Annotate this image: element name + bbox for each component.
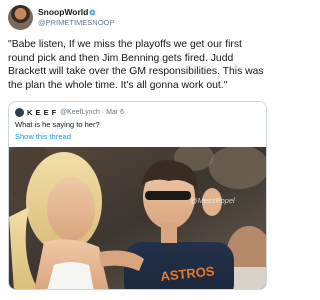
quoted-date: Mar 6 <box>106 108 125 116</box>
quoted-author-meta: @KeefLynch · Mar 6 <box>60 108 125 116</box>
quoted-tweet[interactable]: K E E F @KeefLynch · Mar 6 What is he sa… <box>8 101 267 290</box>
photo-watermark: @MessPopel <box>190 196 235 205</box>
stadium-photo: ASTROS <box>9 147 266 289</box>
tweet-header: SnoopWorld✪ @PRIMETIMESNOOP <box>8 5 268 33</box>
show-thread-link[interactable]: Show this thread <box>15 132 71 141</box>
tweet-text: "Babe listen, If we miss the playoffs we… <box>8 39 264 91</box>
author-display-name[interactable]: SnoopWorld✪ <box>38 7 95 17</box>
quoted-tweet-header: K E E F @KeefLynch · Mar 6 <box>15 107 255 119</box>
quoted-author-name[interactable]: K E E F <box>27 108 57 117</box>
quoted-media-photo[interactable]: ASTROS @MessPopel <box>9 147 266 289</box>
author-name-text: SnoopWorld <box>38 7 89 17</box>
quoted-tweet-text: What is he saying to her? <box>15 120 100 129</box>
quoted-author-handle: @KeefLynch <box>60 108 100 116</box>
tweet-card: SnoopWorld✪ @PRIMETIMESNOOP "Babe listen… <box>0 0 273 300</box>
badge-icon: ✪ <box>89 10 96 17</box>
quoted-avatar[interactable] <box>15 108 24 117</box>
avatar[interactable] <box>8 5 33 30</box>
author-handle[interactable]: @PRIMETIMESNOOP <box>38 18 114 27</box>
